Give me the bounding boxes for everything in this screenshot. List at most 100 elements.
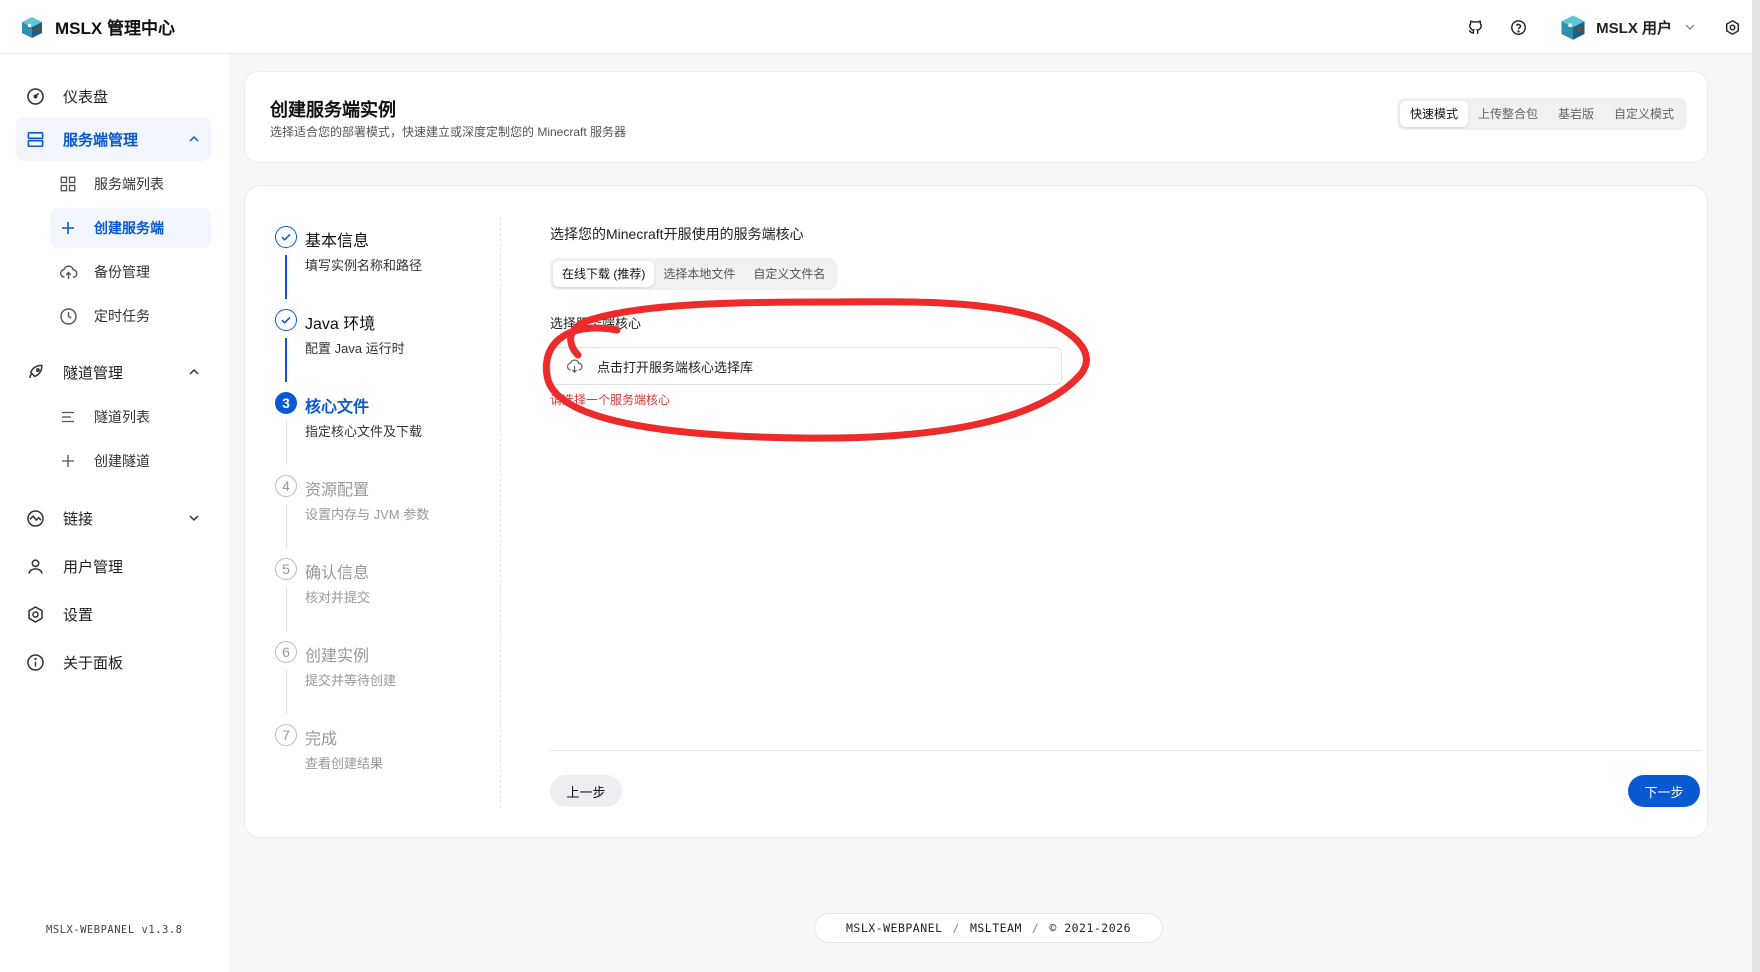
tab-bedrock[interactable]: 基岩版 [1548, 101, 1604, 127]
window-edge [1752, 0, 1760, 972]
core-field-label: 选择服务端核心 [550, 316, 642, 331]
step-title: 完成 [305, 731, 338, 748]
footer-separator: / [1031, 921, 1040, 935]
sidebar-item-label: 定时任务 [94, 308, 150, 324]
user-menu[interactable]: MSLX 用户 [1558, 12, 1696, 42]
sidebar-item-server-management[interactable]: 服务端管理 [16, 117, 211, 161]
sidebar-item-settings[interactable]: 设置 [16, 592, 211, 636]
chevron-up-icon [189, 135, 199, 142]
step-connector [286, 421, 287, 465]
step-desc: 配置 Java 运行时 [305, 341, 405, 356]
tab-custom-filename[interactable]: 自定义文件名 [744, 261, 834, 287]
link-icon [25, 508, 45, 528]
sidebar-item-about[interactable]: 关于面板 [16, 640, 211, 684]
step-connector [286, 670, 287, 714]
clock-icon [58, 306, 78, 326]
steps-divider [500, 218, 501, 808]
server-icon [25, 129, 45, 149]
form-footer-divider [550, 750, 1702, 751]
core-picker-button[interactable]: 点击打开服务端核心选择库 [550, 347, 1062, 385]
mslx-logo-icon [22, 16, 42, 38]
step-connector [285, 338, 287, 382]
sidebar-item-label: 服务端列表 [94, 176, 164, 192]
step-desc: 提交并等待创建 [305, 673, 397, 688]
tab-online-download[interactable]: 在线下载 (推荐) [553, 261, 655, 287]
step-desc: 查看创建结果 [305, 756, 384, 771]
chevron-up-icon [189, 368, 199, 375]
page-title: 创建服务端实例 [270, 100, 396, 120]
source-tabs: 在线下载 (推荐) 选择本地文件 自定义文件名 [550, 258, 838, 290]
settings-icon[interactable] [1722, 17, 1742, 37]
github-icon[interactable] [1465, 17, 1485, 37]
step-title: 资源配置 [305, 482, 370, 499]
list-icon [58, 407, 78, 427]
core-picker-label: 点击打开服务端核心选择库 [597, 359, 754, 375]
step-connector [286, 587, 287, 631]
step-desc: 指定核心文件及下载 [305, 424, 423, 439]
sidebar-item-tunnel-list[interactable]: 隧道列表 [50, 397, 211, 437]
check-icon [275, 226, 297, 248]
step-number: 6 [275, 641, 297, 663]
step-number: 4 [275, 475, 297, 497]
step-desc: 填写实例名称和路径 [305, 258, 423, 273]
step-title: 基本信息 [305, 233, 370, 250]
sidebar-item-server-list[interactable]: 服务端列表 [50, 164, 211, 204]
step-title: 创建实例 [305, 648, 370, 665]
chevron-down-icon [1685, 24, 1695, 30]
sidebar-item-user-management[interactable]: 用户管理 [16, 544, 211, 588]
sidebar-item-label: 创建服务端 [94, 220, 164, 236]
app-title: MSLX 管理中心 [55, 19, 175, 38]
sidebar-item-scheduled-tasks[interactable]: 定时任务 [50, 296, 211, 336]
plus-icon [58, 451, 78, 471]
next-step-button[interactable]: 下一步 [1628, 775, 1700, 807]
sidebar-item-label: 链接 [63, 510, 94, 528]
prev-step-button[interactable]: 上一步 [550, 775, 622, 807]
wizard-card: 基本信息 填写实例名称和路径 Java 环境 配置 Java 运行时 3 核心文… [244, 185, 1708, 838]
mode-tabs: 快速模式 上传整合包 基岩版 自定义模式 [1396, 98, 1687, 130]
sidebar-item-label: 创建隧道 [94, 453, 150, 469]
user-icon [25, 556, 45, 576]
step-title: 确认信息 [305, 565, 370, 582]
sidebar-item-label: 服务端管理 [63, 131, 139, 149]
sidebar-item-tunnel-management[interactable]: 隧道管理 [16, 350, 211, 394]
sidebar-item-create-tunnel[interactable]: 创建隧道 [50, 441, 211, 481]
sidebar-item-dashboard[interactable]: 仪表盘 [16, 74, 211, 118]
footer-copyright: © 2021-2026 [1049, 921, 1132, 935]
sidebar-item-label: 用户管理 [63, 558, 124, 576]
cloud-download-icon [565, 357, 583, 375]
step-connector [285, 255, 287, 299]
rocket-icon [25, 362, 45, 382]
core-section-label: 选择您的Minecraft开服使用的服务端核心 [550, 226, 804, 242]
sidebar-item-backup[interactable]: 备份管理 [50, 252, 211, 292]
info-icon [25, 652, 45, 672]
sidebar-item-label: 备份管理 [94, 264, 150, 280]
step-title: Java 环境 [305, 316, 376, 333]
tab-local-file[interactable]: 选择本地文件 [654, 261, 744, 287]
sidebar-item-label: 设置 [63, 606, 94, 624]
step-title: 核心文件 [305, 399, 370, 416]
help-icon[interactable] [1508, 17, 1528, 37]
sidebar-item-links[interactable]: 链接 [16, 496, 211, 540]
tab-custom-mode[interactable]: 自定义模式 [1604, 101, 1684, 127]
footer-product: MSLX-WEBPANEL [845, 921, 943, 935]
step-number: 3 [275, 392, 297, 414]
chevron-down-icon [189, 515, 199, 522]
brand[interactable]: MSLX 管理中心 [19, 14, 175, 40]
top-bar: MSLX 管理中心 MSLX 用户 [0, 0, 1760, 54]
user-avatar [1561, 15, 1585, 40]
settings-icon [25, 604, 45, 624]
step-number: 7 [275, 724, 297, 746]
cloud-upload-icon [58, 262, 78, 282]
tab-quick-mode[interactable]: 快速模式 [1399, 101, 1468, 127]
user-name: MSLX 用户 [1596, 19, 1672, 37]
sidebar-item-create-server[interactable]: 创建服务端 [50, 208, 211, 248]
sidebar-item-label: 隧道管理 [63, 364, 124, 382]
dashboard-icon [25, 86, 45, 106]
step-number: 5 [275, 558, 297, 580]
app-version: MSLX-WEBPANEL v1.3.8 [46, 924, 183, 936]
core-error-message: 请选择一个服务端核心 [550, 393, 671, 407]
footer-team: MSLTEAM [969, 921, 1022, 935]
sidebar: 仪表盘 服务端管理 服务端列表 创建服务端 备份管理 定时任务 隧道管理 隧道列… [0, 54, 229, 972]
tab-upload-modpack[interactable]: 上传整合包 [1468, 101, 1548, 127]
step-connector [286, 504, 287, 548]
